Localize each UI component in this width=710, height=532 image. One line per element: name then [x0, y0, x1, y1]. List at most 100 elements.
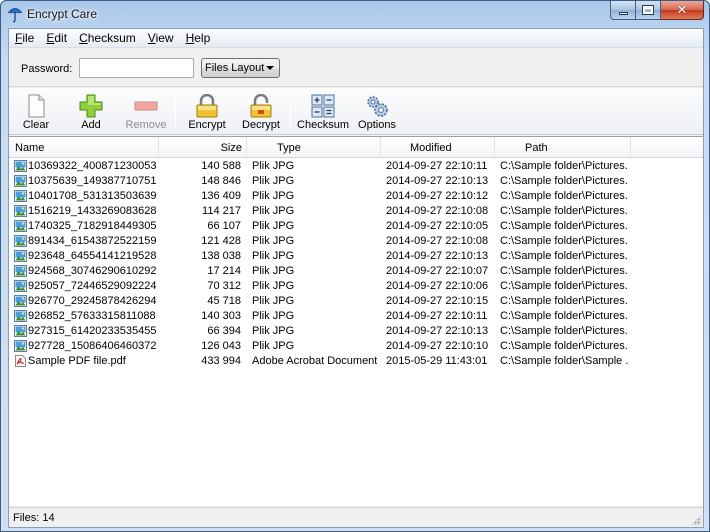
column-header-modified[interactable]: Modified — [381, 137, 495, 157]
table-row[interactable]: 891434_61543872522159... 121 428 Plik JPG 2… — [9, 234, 703, 249]
options-button[interactable]: Options — [353, 90, 401, 132]
window-title: Encrypt Care — [27, 7, 98, 21]
menu-view-accel: V — [147, 31, 156, 45]
minimize-button[interactable] — [610, 1, 636, 20]
remove-button[interactable]: Remove — [121, 90, 171, 132]
table-row[interactable]: 926852_57633315811088... 140 303 Plik JPG 2… — [9, 309, 703, 324]
table-row[interactable]: 925057_72446529092224... 70 312 Plik JPG 20… — [9, 279, 703, 294]
image-file-icon — [14, 325, 27, 337]
blank-page-icon — [28, 94, 45, 118]
checksum-button[interactable]: Checksum — [297, 90, 349, 132]
cell-modified: 2014-09-27 22:10:11 — [386, 160, 488, 172]
encrypt-button[interactable]: Encrypt — [183, 90, 231, 132]
menu-checksum-label: hecksum — [87, 31, 136, 45]
table-row[interactable]: 927728_15086406460372... 126 043 Plik JPG 2… — [9, 339, 703, 354]
cell-name: 925057_72446529092224... — [28, 280, 156, 292]
client-area: File Edit Checksum View Help Password: F… — [8, 28, 704, 528]
cell-type: Plik JPG — [252, 340, 295, 352]
menu-bar: File Edit Checksum View Help — [9, 29, 703, 48]
column-header-size[interactable]: Size — [159, 137, 247, 157]
password-bar: Password: Files Layout — [9, 49, 703, 87]
image-file-icon — [14, 250, 27, 262]
cell-modified: 2014-09-27 22:10:11 — [386, 310, 488, 322]
list-header: Name Size Type Modified Path — [9, 137, 703, 158]
column-header-path[interactable]: Path — [495, 137, 631, 157]
cell-path: C:\Sample folder\Pictures... — [500, 280, 628, 292]
calculator-icon — [311, 94, 335, 118]
image-file-icon — [14, 340, 27, 352]
minus-icon — [134, 101, 158, 111]
cell-type: Plik JPG — [252, 280, 295, 292]
cell-size: 140 588 — [201, 160, 241, 172]
decrypt-button[interactable]: Decrypt — [237, 90, 285, 132]
cell-path: C:\Sample folder\Pictures... — [500, 340, 628, 352]
cell-modified: 2014-09-27 22:10:13 — [386, 175, 489, 187]
clear-button[interactable]: Clear — [11, 90, 61, 132]
toolbar-separator — [175, 94, 176, 128]
column-header-type[interactable]: Type — [247, 137, 381, 157]
table-row[interactable]: 10369322_400871230053... 140 588 Plik JPG 2… — [9, 159, 703, 174]
file-list[interactable]: Name Size Type Modified Path 10369322_40… — [9, 136, 703, 506]
cell-type: Adobe Acrobat Document — [252, 355, 377, 367]
image-file-icon — [14, 205, 27, 217]
cell-size: 66 394 — [207, 325, 241, 337]
menu-file[interactable]: File — [9, 29, 40, 47]
table-row[interactable]: 924568_30746290610292... 17 214 Plik JPG 20… — [9, 264, 703, 279]
table-row[interactable]: 1516219_1433269083628... 114 217 Plik JPG 2… — [9, 204, 703, 219]
table-row[interactable]: 1740325_7182918449305... 66 107 Plik JPG 20… — [9, 219, 703, 234]
cell-size: 126 043 — [201, 340, 241, 352]
cell-size: 136 409 — [201, 190, 241, 202]
cell-name: 926770_29245878426294... — [28, 295, 156, 307]
maximize-button[interactable] — [636, 1, 661, 20]
cell-type: Plik JPG — [252, 175, 295, 187]
title-bar[interactable]: Encrypt Care ✕ — [1, 1, 709, 27]
plus-icon — [79, 94, 103, 118]
cell-type: Plik JPG — [252, 160, 295, 172]
cell-modified: 2014-09-27 22:10:08 — [386, 235, 489, 247]
cell-modified: 2014-09-27 22:10:12 — [386, 190, 489, 202]
column-header-name[interactable]: Name — [9, 137, 159, 157]
status-bar: Files: 14 — [9, 507, 703, 527]
menu-view[interactable]: View — [142, 29, 180, 47]
menu-edit-label: dit — [54, 31, 68, 45]
image-file-icon — [14, 220, 27, 232]
unlock-icon — [250, 94, 272, 118]
decrypt-label: Decrypt — [242, 119, 280, 131]
resize-grip-icon[interactable] — [691, 515, 701, 525]
table-row[interactable]: 10401708_531313503639... 136 409 Plik JPG 2… — [9, 189, 703, 204]
checksum-label: Checksum — [297, 119, 349, 131]
cell-path: C:\Sample folder\Pictures... — [500, 310, 628, 322]
cell-path: C:\Sample folder\Pictures... — [500, 325, 628, 337]
options-label: Options — [358, 119, 396, 131]
table-row[interactable]: 927315_61420233535455... 66 394 Plik JPG 20… — [9, 324, 703, 339]
lock-icon — [196, 94, 218, 118]
image-file-icon — [14, 160, 27, 172]
image-file-icon — [14, 280, 27, 292]
password-input[interactable] — [79, 58, 194, 78]
cell-name: 10369322_400871230053... — [28, 160, 156, 172]
cell-modified: 2014-09-27 22:10:08 — [386, 205, 489, 217]
menu-file-label: ile — [22, 31, 35, 45]
menu-help[interactable]: Help — [180, 29, 217, 47]
remove-label: Remove — [125, 119, 167, 131]
cell-name: 927315_61420233535455... — [28, 325, 156, 337]
layout-select[interactable]: Files Layout — [201, 58, 280, 78]
image-file-icon — [14, 295, 27, 307]
table-row[interactable]: 926770_29245878426294... 45 718 Plik JPG 20… — [9, 294, 703, 309]
menu-edit[interactable]: Edit — [40, 29, 73, 47]
menu-help-label: elp — [194, 31, 211, 45]
menu-checksum[interactable]: Checksum — [73, 29, 142, 47]
cell-size: 433 994 — [201, 355, 241, 367]
minimize-icon — [618, 11, 628, 15]
table-row[interactable]: 10375639_149387710751... 148 846 Plik JPG 2… — [9, 174, 703, 189]
cell-type: Plik JPG — [252, 265, 295, 277]
close-button[interactable]: ✕ — [661, 1, 704, 20]
cell-path: C:\Sample folder\Pictures... — [500, 160, 628, 172]
add-button[interactable]: Add — [67, 90, 115, 132]
cell-size: 148 846 — [201, 175, 241, 187]
table-row[interactable]: Sample PDF file.pdf 433 994 Adobe Acrobat … — [9, 354, 703, 369]
image-file-icon — [14, 310, 27, 322]
menu-view-label: iew — [155, 31, 174, 45]
table-row[interactable]: 923648_64554141219528... 138 038 Plik JPG 2… — [9, 249, 703, 264]
cell-path: C:\Sample folder\Pictures... — [500, 220, 628, 232]
